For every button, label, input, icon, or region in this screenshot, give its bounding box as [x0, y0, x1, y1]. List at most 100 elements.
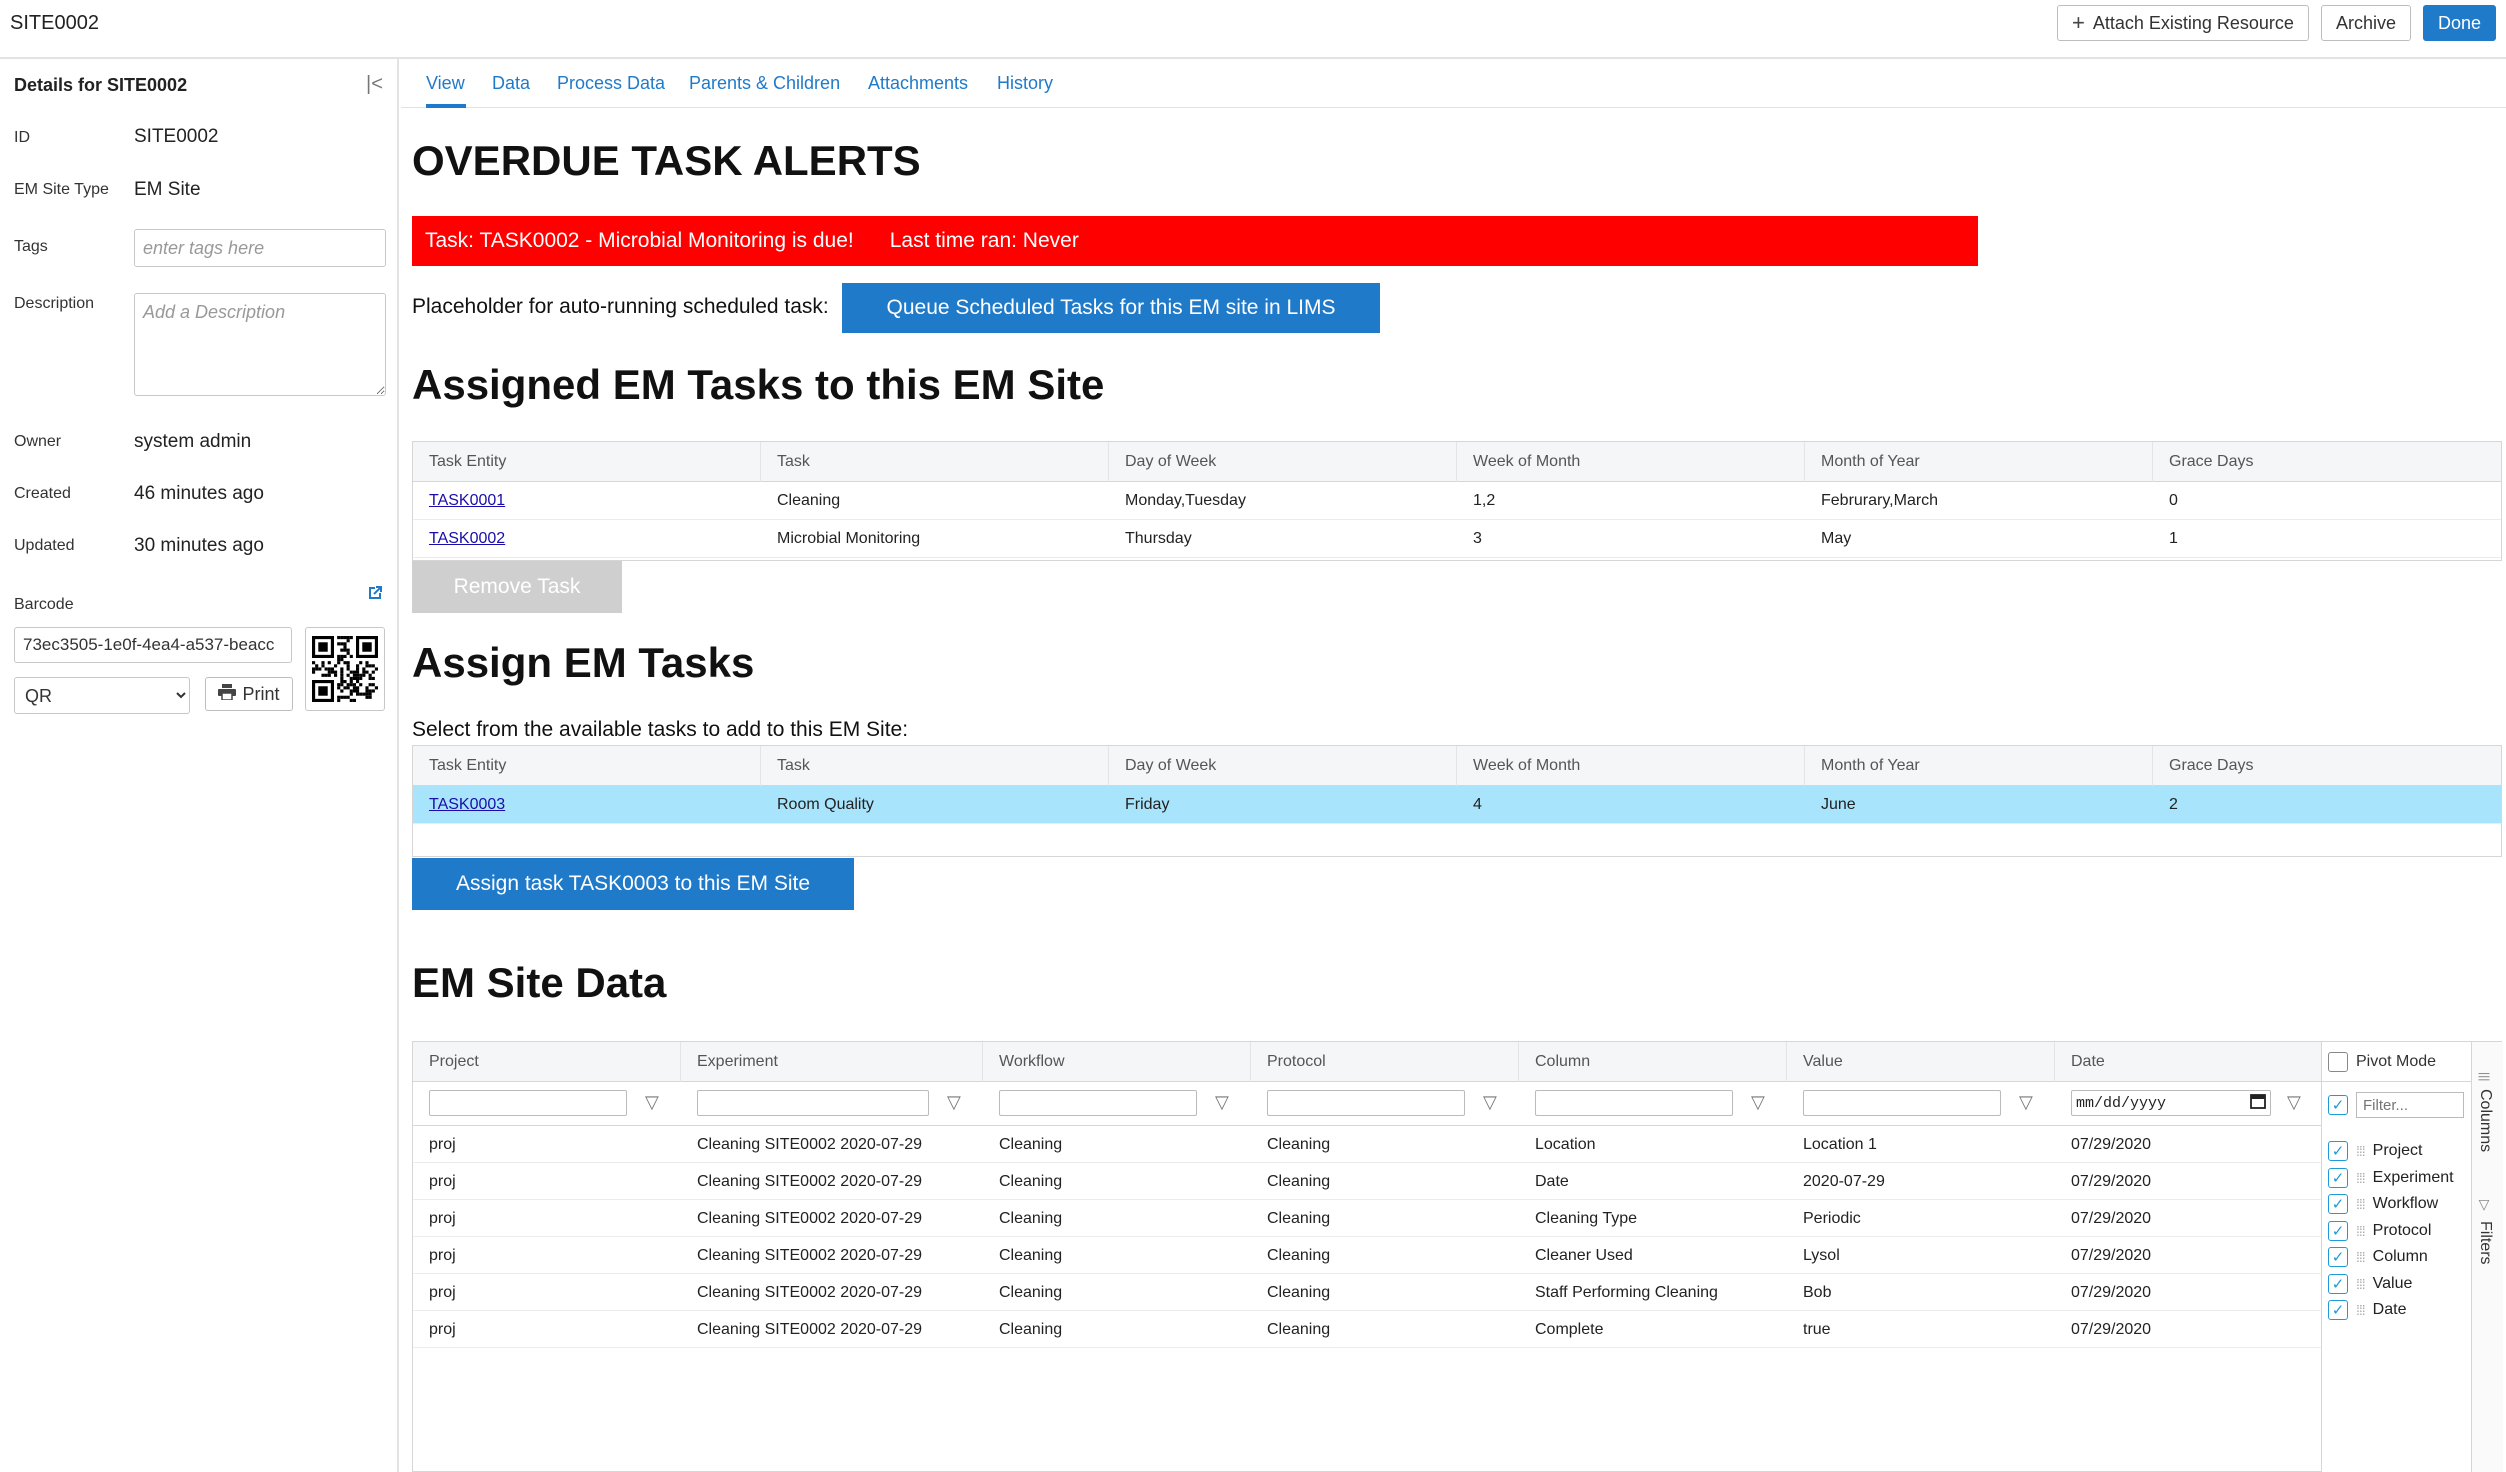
drag-handle-icon[interactable]: ⁞⁞⁞ — [2356, 1170, 2366, 1186]
drag-handle-icon[interactable]: ⁞⁞⁞ — [2356, 1302, 2366, 1318]
table-row-selected[interactable]: TASK0003 Room Quality Friday 4 June 2 — [413, 786, 2501, 824]
table-row[interactable]: TASK0001 Cleaning Monday,Tuesday 1,2 Feb… — [413, 482, 2501, 520]
tool-panel-column-item[interactable]: ✓ ⁞⁞⁞ Value — [2328, 1271, 2412, 1297]
tags-input[interactable] — [134, 229, 386, 267]
table-row[interactable]: proj Cleaning SITE0002 2020-07-29 Cleaning… — [413, 1126, 2321, 1163]
column-header[interactable]: Month of Year — [1805, 746, 2153, 786]
tab-attachments[interactable]: Attachments — [868, 73, 968, 94]
barcode-format-select[interactable]: QR — [14, 677, 190, 714]
column-visible-checkbox[interactable]: ✓ — [2328, 1167, 2348, 1188]
column-visible-checkbox[interactable]: ✓ — [2328, 1300, 2348, 1320]
column-header[interactable]: Week of Month — [1457, 442, 1805, 482]
column-header[interactable]: Month of Year — [1805, 442, 2153, 482]
tab-data[interactable]: Data — [492, 73, 530, 94]
tab-history[interactable]: History — [997, 73, 1053, 94]
column-header[interactable]: Day of Week — [1109, 442, 1457, 482]
table-row[interactable]: proj Cleaning SITE0002 2020-07-29 Cleaning… — [413, 1311, 2321, 1348]
column-header[interactable]: Task — [761, 442, 1109, 482]
column-header[interactable]: Experiment — [681, 1042, 983, 1082]
tab-process-data[interactable]: Process Data — [557, 73, 665, 94]
column-header[interactable]: Protocol — [1251, 1042, 1519, 1082]
column-header[interactable]: Project — [413, 1042, 681, 1082]
drag-handle-icon[interactable]: ⁞⁞⁞ — [2356, 1276, 2366, 1292]
tool-panel-column-item[interactable]: ✓ ⁞⁞⁞ Workflow — [2328, 1191, 2438, 1217]
columns-side-tab-label: Columns — [2477, 1089, 2494, 1153]
pivot-mode-toggle[interactable]: Pivot Mode — [2322, 1042, 2472, 1082]
drag-handle-icon[interactable]: ⁞⁞⁞ — [2356, 1143, 2366, 1159]
filter-icon[interactable]: ▽ — [1215, 1092, 1229, 1113]
calendar-icon[interactable] — [2250, 1093, 2266, 1114]
table-row[interactable]: proj Cleaning SITE0002 2020-07-29 Cleaning… — [413, 1200, 2321, 1237]
column-header[interactable]: Workflow — [983, 1042, 1251, 1082]
column-header[interactable]: Grace Days — [2153, 746, 2501, 786]
workflow-filter-input[interactable] — [999, 1090, 1197, 1116]
table-row[interactable]: TASK0002 Microbial Monitoring Thursday 3… — [413, 520, 2501, 558]
columns-side-tab[interactable]: ||| Columns — [2476, 1072, 2494, 1153]
drag-handle-icon[interactable]: ⁞⁞⁞ — [2356, 1223, 2366, 1239]
experiment-filter-input[interactable] — [697, 1090, 929, 1116]
task-entity-link[interactable]: TASK0002 — [429, 530, 505, 547]
assign-task-button[interactable]: Assign task TASK0003 to this EM Site — [412, 858, 854, 910]
queue-tasks-button[interactable]: Queue Scheduled Tasks for this EM site i… — [842, 283, 1380, 333]
column-header[interactable]: Day of Week — [1109, 746, 1457, 786]
tool-panel-column-item[interactable]: ✓ ⁞⁞⁞ Experiment — [2328, 1165, 2454, 1191]
tool-panel-column-item[interactable]: ✓ ⁞⁞⁞ Protocol — [2328, 1218, 2431, 1244]
value-filter-input[interactable] — [1803, 1090, 2001, 1116]
tab-view[interactable]: View — [426, 73, 465, 94]
select-all-checkbox[interactable]: ✓ — [2328, 1095, 2348, 1115]
column-header[interactable]: Week of Month — [1457, 746, 1805, 786]
description-field[interactable] — [134, 293, 386, 396]
tool-panel-column-item[interactable]: ✓ ⁞⁞⁞ Date — [2328, 1297, 2406, 1323]
tool-panel-column-item[interactable]: ✓ ⁞⁞⁞ Column — [2328, 1244, 2428, 1270]
filter-icon[interactable]: ▽ — [1483, 1092, 1497, 1113]
column-visible-checkbox[interactable]: ✓ — [2328, 1273, 2348, 1294]
collapse-sidebar-icon[interactable]: |< — [366, 73, 383, 96]
column-header[interactable]: Column — [1519, 1042, 1787, 1082]
table-row[interactable]: proj Cleaning SITE0002 2020-07-29 Cleaning… — [413, 1237, 2321, 1274]
column-header[interactable]: Date — [2055, 1042, 2321, 1082]
table-cell: Cleaning Type — [1535, 1210, 1637, 1227]
drag-handle-icon[interactable]: ⁞⁞⁞ — [2356, 1196, 2366, 1212]
filter-icon[interactable]: ▽ — [947, 1092, 961, 1113]
task-entity-link[interactable]: TASK0001 — [429, 492, 505, 509]
table-row[interactable]: proj Cleaning SITE0002 2020-07-29 Cleaning… — [413, 1163, 2321, 1200]
column-visible-checkbox[interactable]: ✓ — [2328, 1141, 2348, 1161]
column-header[interactable]: Task Entity — [413, 442, 761, 482]
column-header[interactable]: Task Entity — [413, 746, 761, 786]
qr-code — [305, 627, 385, 711]
done-button[interactable]: Done — [2422, 5, 2496, 41]
attach-resource-button[interactable]: + Attach Existing Resource — [2056, 5, 2309, 41]
column-visible-checkbox[interactable]: ✓ — [2328, 1220, 2348, 1241]
assign-tasks-heading: Assign EM Tasks — [412, 639, 755, 686]
print-button[interactable]: Print — [205, 677, 293, 711]
filter-icon[interactable]: ▽ — [645, 1092, 659, 1113]
column-visible-checkbox[interactable]: ✓ — [2328, 1194, 2348, 1214]
task-entity-link[interactable]: TASK0003 — [429, 796, 505, 813]
protocol-filter-input[interactable] — [1267, 1090, 1465, 1116]
column-header[interactable]: Grace Days — [2153, 442, 2501, 482]
remove-task-button[interactable]: Remove Task — [412, 561, 622, 613]
column-header[interactable]: Task — [761, 746, 1109, 786]
column-header[interactable]: Value — [1787, 1042, 2055, 1082]
column-filter-input[interactable] — [1535, 1090, 1733, 1116]
filters-side-tab[interactable]: ▽ Filters — [2476, 1197, 2494, 1265]
pivot-mode-checkbox[interactable] — [2328, 1051, 2348, 1072]
drag-handle-icon[interactable]: ⁞⁞⁞ — [2356, 1249, 2366, 1265]
project-filter-input[interactable] — [429, 1090, 627, 1116]
tab-parents-children[interactable]: Parents & Children — [689, 73, 840, 94]
external-link-icon[interactable] — [366, 584, 384, 607]
table-cell: Location 1 — [1803, 1136, 1877, 1153]
archive-button[interactable]: Archive — [2320, 5, 2411, 41]
column-visible-checkbox[interactable]: ✓ — [2328, 1247, 2348, 1267]
tool-panel-column-item[interactable]: ✓ ⁞⁞⁞ Project — [2328, 1138, 2422, 1164]
scheduler-label: Placeholder for auto-running scheduled t… — [412, 295, 829, 318]
filter-icon[interactable]: ▽ — [1751, 1092, 1765, 1113]
table-cell: Cleaning — [999, 1321, 1063, 1338]
filter-icon[interactable]: ▽ — [2287, 1092, 2301, 1113]
table-cell: 07/29/2020 — [2071, 1136, 2152, 1153]
column-filter-input[interactable] — [2356, 1092, 2464, 1118]
table-row[interactable]: proj Cleaning SITE0002 2020-07-29 Cleaning… — [413, 1274, 2321, 1311]
filter-icon[interactable]: ▽ — [2019, 1092, 2033, 1113]
barcode-input[interactable] — [14, 627, 292, 663]
date-filter-input[interactable]: mm/dd/yyyy — [2071, 1090, 2271, 1116]
